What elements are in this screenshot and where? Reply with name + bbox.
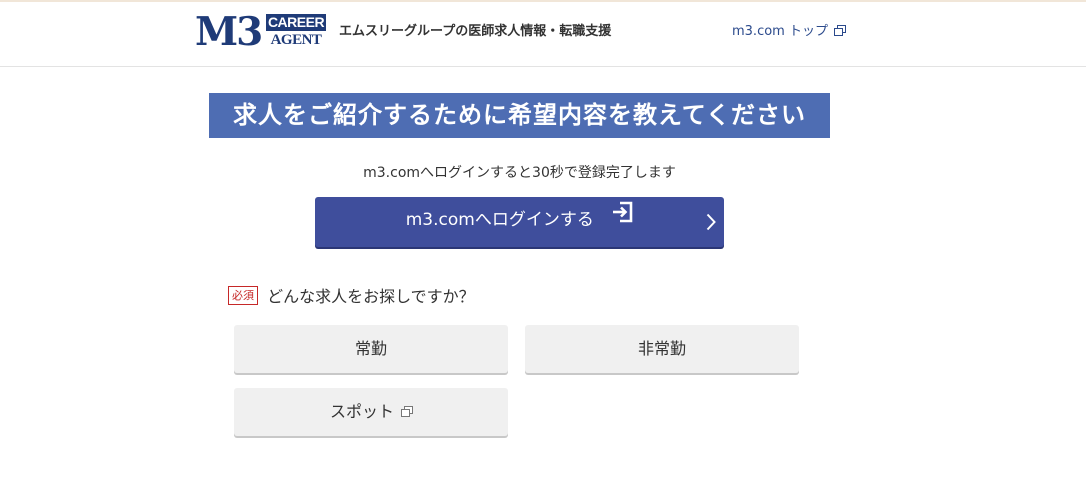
option-part-time-button[interactable]: 非常勤 xyxy=(525,325,799,373)
site-header: M3 CAREER AGENT エムスリーグループの医師求人情報・転職支援 m3… xyxy=(0,2,1086,67)
required-badge: 必須 xyxy=(228,285,258,305)
m3-login-button[interactable]: m3.comへログインする xyxy=(315,197,724,247)
m3-career-agent-logo[interactable]: M3 CAREER AGENT xyxy=(195,9,327,55)
option-full-time-button[interactable]: 常勤 xyxy=(234,325,508,373)
page-title-banner: 求人をご紹介するために希望内容を教えてください xyxy=(209,93,830,138)
login-button-content: m3.comへログインする xyxy=(315,197,724,245)
external-link-icon xyxy=(401,406,414,417)
login-button-label: m3.comへログインする xyxy=(405,210,594,230)
external-link-icon xyxy=(834,25,847,36)
chevron-right-icon xyxy=(706,213,716,235)
logo-agent-text: AGENT xyxy=(270,32,322,48)
option-label: 常勤 xyxy=(354,339,387,358)
option-label: スポット xyxy=(329,402,394,421)
option-spot-button[interactable]: スポット xyxy=(234,388,508,436)
header-tagline: エムスリーグループの医師求人情報・転職支援 xyxy=(339,24,612,39)
m3-top-link-label: m3.com トップ xyxy=(732,24,828,39)
option-label: 非常勤 xyxy=(637,339,686,358)
m3-top-link[interactable]: m3.com トップ xyxy=(732,23,847,41)
logo-m3-text: M3 xyxy=(195,9,263,55)
job-type-question: 必須 どんな求人をお探しですか？ xyxy=(228,283,475,307)
login-note: m3.comへログインすると30秒で登録完了します xyxy=(363,165,676,181)
login-icon xyxy=(611,195,633,241)
question-text: どんな求人をお探しですか？ xyxy=(267,287,475,306)
logo-career-text: CAREER xyxy=(266,14,326,31)
